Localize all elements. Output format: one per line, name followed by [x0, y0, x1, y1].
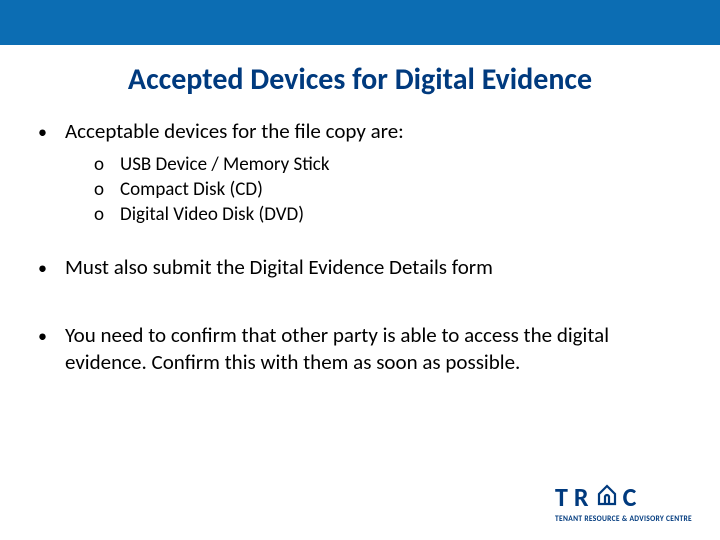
sub-text: Compact Disk (CD) — [120, 178, 263, 201]
bullet-marker: • — [38, 327, 47, 345]
logo-letter-c: C — [623, 481, 639, 513]
logo: T R C TENANT RESOURCE & ADVISORY CENTRE — [555, 481, 692, 524]
sub-marker: o — [94, 203, 106, 226]
bullet-text: Must also submit the Digital Evidence De… — [65, 254, 493, 281]
sub-text: Digital Video Disk (DVD) — [120, 203, 304, 226]
list-item: o USB Device / Memory Stick — [94, 153, 682, 176]
house-icon — [595, 481, 619, 513]
logo-subtitle: TENANT RESOURCE & ADVISORY CENTRE — [555, 515, 692, 524]
slide-body: • Acceptable devices for the file copy a… — [0, 98, 720, 376]
list-item: o Compact Disk (CD) — [94, 178, 682, 201]
bullet-text: Acceptable devices for the file copy are… — [65, 118, 404, 145]
bullet-marker: • — [38, 259, 47, 277]
sub-marker: o — [94, 153, 106, 176]
bullet-text: You need to confirm that other party is … — [65, 322, 682, 377]
bullet-marker: • — [38, 123, 47, 141]
logo-letter-r: R — [574, 481, 591, 513]
slide: Accepted Devices for Digital Evidence • … — [0, 0, 720, 540]
spacer — [38, 290, 682, 322]
bullet-item: • You need to confirm that other party i… — [38, 322, 682, 377]
header-bar — [0, 0, 720, 45]
logo-letter-t: T — [555, 481, 570, 513]
page-title: Accepted Devices for Digital Evidence — [0, 61, 720, 98]
logo-letters: T R C — [555, 481, 692, 513]
sub-list: o USB Device / Memory Stick o Compact Di… — [94, 153, 682, 226]
bullet-item: • Must also submit the Digital Evidence … — [38, 254, 682, 281]
list-item: o Digital Video Disk (DVD) — [94, 203, 682, 226]
bullet-item: • Acceptable devices for the file copy a… — [38, 118, 682, 145]
sub-text: USB Device / Memory Stick — [120, 153, 329, 176]
sub-marker: o — [94, 178, 106, 201]
